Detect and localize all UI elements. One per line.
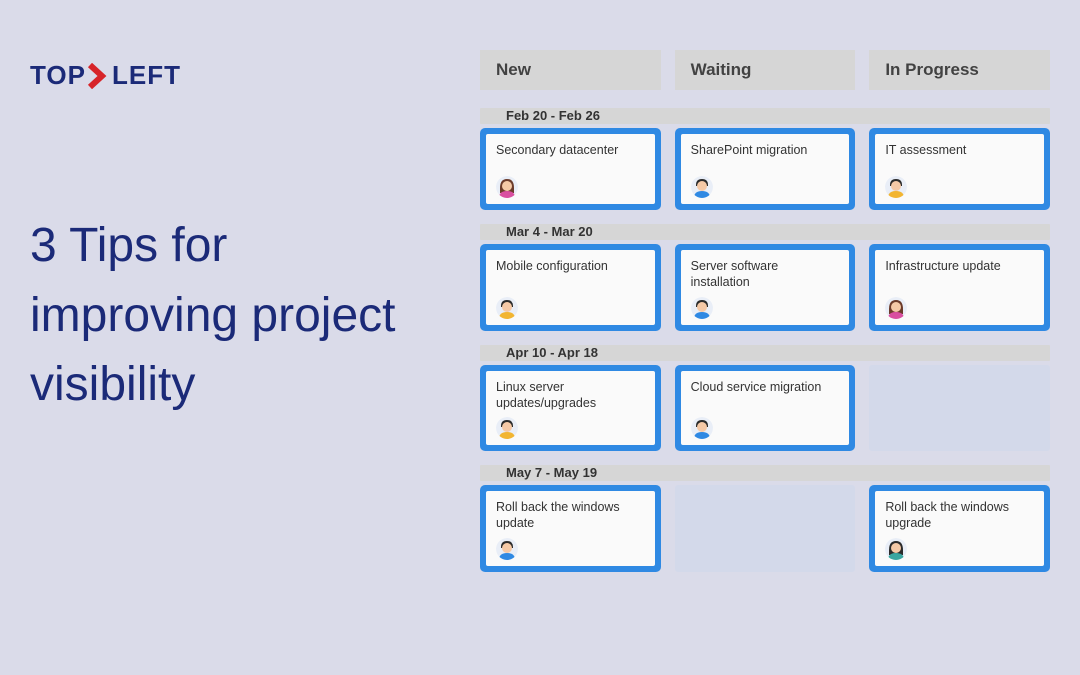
swimlane: Mar 4 - Mar 20 Mobile configuration Server…: [480, 224, 1050, 331]
empty-slot[interactable]: [869, 365, 1050, 452]
swimlane: Feb 20 - Feb 26 Secondary datacenter Share…: [480, 108, 1050, 210]
page-root: TOP LEFT 3 Tips for improving project vi…: [0, 0, 1080, 675]
column-header-in-progress[interactable]: In Progress: [869, 50, 1050, 90]
avatar-icon: [691, 417, 713, 439]
swimlane-label: Feb 20 - Feb 26: [506, 108, 600, 124]
kanban-card[interactable]: Roll back the windows upgrade: [869, 485, 1050, 572]
kanban-card-inner: Roll back the windows upgrade: [875, 491, 1044, 566]
card-title: Infrastructure update: [885, 258, 1034, 274]
kanban-card[interactable]: Cloud service migration: [675, 365, 856, 452]
kanban-card-inner: Secondary datacenter: [486, 134, 655, 204]
swimlane-label: May 7 - May 19: [506, 465, 597, 481]
swimlane: Apr 10 - Apr 18 Linux server updates/upgr…: [480, 345, 1050, 452]
card-title: SharePoint migration: [691, 142, 840, 158]
empty-slot[interactable]: [675, 485, 856, 572]
swimlane-header[interactable]: May 7 - May 19: [480, 465, 1050, 481]
swimlane-row: Roll back the windows update Roll back th…: [480, 485, 1050, 572]
swimlane-label: Apr 10 - Apr 18: [506, 345, 598, 361]
avatar-icon: [496, 176, 518, 198]
column-header-waiting[interactable]: Waiting: [675, 50, 856, 90]
right-pane: New Waiting In Progress Feb 20 - Feb 26 S…: [470, 0, 1080, 675]
avatar-icon: [691, 297, 713, 319]
page-headline: 3 Tips for improving project visibility: [30, 211, 440, 420]
card-title: Mobile configuration: [496, 258, 645, 274]
swimlane-row: Linux server updates/upgrades Cloud servi…: [480, 365, 1050, 452]
card-title: IT assessment: [885, 142, 1034, 158]
avatar-icon: [496, 417, 518, 439]
swimlanes-container: Feb 20 - Feb 26 Secondary datacenter Share…: [480, 108, 1050, 572]
avatar-icon: [496, 297, 518, 319]
kanban-board: New Waiting In Progress Feb 20 - Feb 26 S…: [480, 50, 1050, 572]
left-pane: TOP LEFT 3 Tips for improving project vi…: [0, 0, 470, 675]
swimlane-header[interactable]: Feb 20 - Feb 26: [480, 108, 1050, 124]
kanban-card[interactable]: Infrastructure update: [869, 244, 1050, 331]
column-header-new[interactable]: New: [480, 50, 661, 90]
kanban-card-inner: SharePoint migration: [681, 134, 850, 204]
avatar-icon: [885, 538, 907, 560]
kanban-card[interactable]: Linux server updates/upgrades: [480, 365, 661, 452]
kanban-card-inner: Mobile configuration: [486, 250, 655, 325]
swimlane-row: Secondary datacenter SharePoint migration…: [480, 128, 1050, 210]
chevron-right-icon: [88, 63, 110, 89]
kanban-card-inner: Server software installation: [681, 250, 850, 325]
kanban-card-inner: Roll back the windows update: [486, 491, 655, 566]
card-title: Roll back the windows upgrade: [885, 499, 1034, 532]
kanban-card[interactable]: Server software installation: [675, 244, 856, 331]
kanban-card-inner: IT assessment: [875, 134, 1044, 204]
swimlane-header[interactable]: Mar 4 - Mar 20: [480, 224, 1050, 240]
swimlane-row: Mobile configuration Server software inst…: [480, 244, 1050, 331]
swimlane-header[interactable]: Apr 10 - Apr 18: [480, 345, 1050, 361]
avatar-icon: [885, 297, 907, 319]
card-title: Roll back the windows update: [496, 499, 645, 532]
brand-logo: TOP LEFT: [30, 60, 440, 91]
column-headers-row: New Waiting In Progress: [480, 50, 1050, 90]
swimlane: May 7 - May 19 Roll back the windows upda…: [480, 465, 1050, 572]
avatar-icon: [885, 176, 907, 198]
kanban-card-inner: Infrastructure update: [875, 250, 1044, 325]
avatar-icon: [496, 538, 518, 560]
kanban-card-inner: Cloud service migration: [681, 371, 850, 446]
card-title: Secondary datacenter: [496, 142, 645, 158]
kanban-card[interactable]: Mobile configuration: [480, 244, 661, 331]
kanban-card-inner: Linux server updates/upgrades: [486, 371, 655, 446]
logo-top-text: TOP: [30, 60, 86, 91]
swimlane-label: Mar 4 - Mar 20: [506, 224, 593, 240]
card-title: Cloud service migration: [691, 379, 840, 395]
card-title: Server software installation: [691, 258, 840, 291]
kanban-card[interactable]: Secondary datacenter: [480, 128, 661, 210]
logo-left-text: LEFT: [112, 60, 181, 91]
kanban-card[interactable]: Roll back the windows update: [480, 485, 661, 572]
kanban-card[interactable]: SharePoint migration: [675, 128, 856, 210]
avatar-icon: [691, 176, 713, 198]
card-title: Linux server updates/upgrades: [496, 379, 645, 412]
kanban-card[interactable]: IT assessment: [869, 128, 1050, 210]
